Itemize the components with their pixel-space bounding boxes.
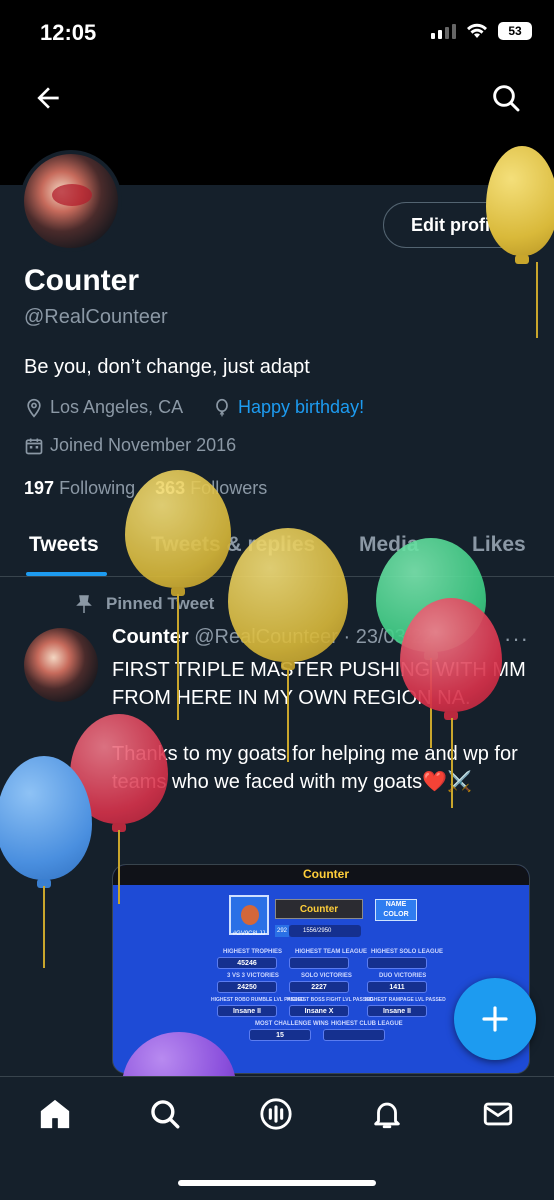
- stat-label: HIGHEST SOLO LEAGUE: [371, 949, 444, 955]
- player-name: Counter: [275, 899, 363, 919]
- balloon-string: [177, 594, 179, 720]
- birthday-text[interactable]: Happy birthday!: [238, 397, 364, 418]
- balloon-string: [43, 886, 45, 968]
- following-count: 197: [24, 478, 55, 498]
- spaces-icon[interactable]: [259, 1097, 293, 1131]
- profile-name: Counter: [24, 264, 139, 297]
- location-text: Los Angeles, CA: [50, 397, 184, 417]
- stat-value: Insane II: [217, 1005, 277, 1017]
- tab-likes[interactable]: Likes: [472, 533, 526, 557]
- back-arrow-icon[interactable]: [32, 82, 64, 114]
- location-pin-icon: [27, 398, 41, 418]
- balloon-string: [451, 718, 453, 808]
- status-time: 12:05: [40, 20, 97, 45]
- wifi-icon: [467, 23, 487, 38]
- notifications-icon[interactable]: [370, 1097, 404, 1131]
- profile-handle: @RealCounteer: [24, 306, 168, 328]
- balloon-string: [287, 668, 289, 762]
- player-tag: #GV9C8LJJ: [232, 931, 266, 937]
- following-link[interactable]: 197 Following: [24, 478, 135, 498]
- stat-label: MOST CHALLENGE WINS: [255, 1021, 329, 1027]
- pinned-indicator: Pinned Tweet: [76, 594, 214, 614]
- stat-label: SOLO VICTORIES: [301, 973, 352, 979]
- profile-joined: Joined November 2016: [24, 435, 236, 456]
- calendar-icon: [25, 438, 43, 454]
- plus-icon: [482, 1006, 508, 1032]
- game-topbar: Counter: [113, 865, 529, 885]
- balloon-yellow-center: [228, 528, 348, 670]
- search-icon[interactable]: [148, 1097, 182, 1131]
- pinned-label: Pinned Tweet: [106, 594, 215, 613]
- joined-text: Joined November 2016: [50, 435, 237, 455]
- search-icon[interactable]: [490, 82, 522, 114]
- stat-label: HIGHEST TROPHIES: [223, 949, 283, 955]
- player-level: 292: [275, 925, 289, 937]
- messages-icon[interactable]: [481, 1097, 515, 1131]
- profile-avatar[interactable]: [20, 150, 122, 252]
- balloon-yellow-right: [486, 146, 554, 264]
- stat-value: [289, 957, 349, 969]
- more-options-icon[interactable]: ···: [504, 626, 529, 652]
- signal-icon: [431, 23, 456, 39]
- stat-value: 2227: [289, 981, 349, 993]
- stat-label: HIGHEST TEAM LEAGUE: [295, 949, 368, 955]
- pin-icon: [76, 595, 92, 613]
- stat-label: 3 VS 3 VICTORIES: [227, 973, 279, 979]
- trophy-progress: 1556/2950: [289, 925, 361, 937]
- balloon-icon: [216, 398, 228, 416]
- tweet-avatar[interactable]: [24, 628, 98, 702]
- status-icons: 53: [431, 22, 532, 40]
- battery-icon: 53: [498, 22, 532, 40]
- active-tab-indicator: [26, 572, 107, 576]
- stat-value: 45246: [217, 957, 277, 969]
- stat-value: Insane X: [289, 1005, 349, 1017]
- stat-value: Insane II: [367, 1005, 427, 1017]
- compose-tweet-button[interactable]: [454, 978, 536, 1060]
- stat-label: HIGHEST CLUB LEAGUE: [331, 1021, 403, 1027]
- balloon-string: [118, 830, 120, 904]
- home-indicator[interactable]: [178, 1180, 376, 1186]
- stat-value: [367, 957, 427, 969]
- balloon-red-right: [400, 598, 502, 720]
- name-color-button: NAME COLOR: [375, 899, 417, 921]
- stat-value: 24250: [217, 981, 277, 993]
- profile-bio: Be you, don’t change, just adapt: [24, 356, 310, 378]
- balloon-yellow-left: [125, 470, 231, 596]
- stat-label: HIGHEST BOSS FIGHT LVL PASSED: [287, 997, 374, 1003]
- stat-value: 15: [249, 1029, 311, 1041]
- profile-location: Los Angeles, CA: [24, 397, 183, 418]
- stat-label: DUO VICTORIES: [379, 973, 427, 979]
- tab-tweets[interactable]: Tweets: [29, 533, 99, 557]
- profile-birthday[interactable]: Happy birthday!: [212, 397, 364, 418]
- stat-value: [323, 1029, 385, 1041]
- home-icon[interactable]: [38, 1097, 72, 1131]
- stat-label: HIGHEST RAMPAGE LVL PASSED: [365, 997, 446, 1003]
- player-icon: [229, 895, 269, 935]
- balloon-string: [536, 262, 538, 338]
- stat-value: 1411: [367, 981, 427, 993]
- following-label: Following: [59, 478, 136, 498]
- game-title: Counter: [303, 867, 349, 881]
